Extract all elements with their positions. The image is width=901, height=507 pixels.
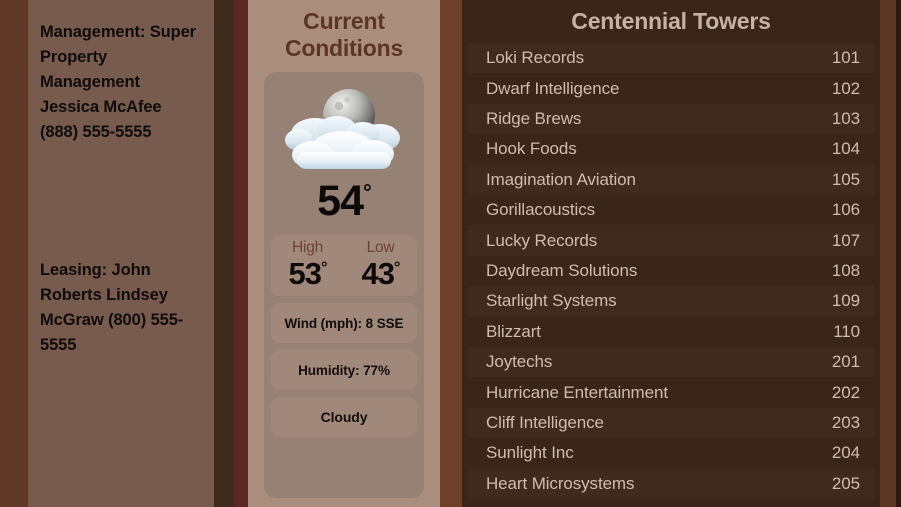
condition-card: Cloudy [271,397,417,438]
directory-row[interactable]: Blizzart 110 [468,316,874,348]
directory-row-name: Hurricane Entertainment [486,382,668,402]
low-label: Low [366,239,395,256]
directory-row-unit: 102 [831,78,860,98]
contacts-panel: Management: Super Property Management Je… [28,0,214,507]
directory-row-unit: 110 [833,321,860,341]
directory-row-name: Cliff Intelligence [486,413,604,433]
directory-row-name: Ridge Brews [486,109,582,129]
directory-row-unit: 101 [831,48,860,68]
moon-behind-clouds-icon [285,82,403,174]
directory-row-unit: 108 [831,261,860,281]
directory-row[interactable]: Sunlight Inc 204 [468,438,874,469]
directory-row-name: Starlight Systems [486,291,617,311]
high-label: High [291,239,324,256]
directory-list: Loki Records 101 Dwarf Intelligence 102 Ridg… [468,43,874,500]
directory-row-unit: 205 [831,473,860,493]
directory-row[interactable]: Gorillacoustics 106 [468,195,874,226]
directory-row-name: Imagination Aviation [486,169,636,189]
directory-row[interactable]: Daydream Solutions 108 [468,255,874,287]
directory-row-unit: 202 [831,382,860,402]
directory-row[interactable]: Loki Records 101 [468,43,874,74]
divider-dark-brown [214,0,234,507]
directory-row-name: Blizzart [486,321,541,341]
directory-row-name: Dwarf Intelligence [486,78,620,98]
current-temperature-value: 54 [317,177,364,225]
digital-signage-screen: Management: Super Property Management Je… [0,0,901,507]
right-edge-border [896,0,901,507]
high-temperature: 53° [271,257,344,290]
directory-panel: Centennial Towers Loki Records 101 Dwarf I… [462,0,880,507]
directory-row-name: Lucky Records [486,230,598,250]
low-temperature: 43° [344,257,417,290]
directory-row[interactable]: Joytechs 201 [468,347,874,378]
directory-row-name: Daydream Solutions [486,261,638,281]
degree-symbol-icon: ° [363,179,372,205]
directory-row-name: Loki Records [486,48,585,68]
directory-row-name: Hook Foods [486,139,577,159]
directory-row[interactable]: Dwarf Intelligence 102 [468,73,874,104]
directory-row[interactable]: Ridge Brews 103 [468,103,874,135]
high-low-card: High Low 53° 43° [271,235,417,297]
directory-row[interactable]: Cliff Intelligence 203 [468,407,874,439]
directory-title: Centennial Towers [571,8,771,34]
divider-red-brown [234,0,248,507]
humidity-card: Humidity: 77% [271,350,417,391]
directory-row[interactable]: Lucky Records 107 [468,225,874,256]
directory-row-unit: 204 [831,443,860,463]
directory-row[interactable]: Heart Microsystems 205 [468,468,874,500]
directory-row-unit: 109 [831,291,860,311]
directory-row-name: Joytechs [486,352,553,372]
directory-row[interactable]: Starlight Systems 109 [468,286,874,317]
degree-symbol-icon: ° [394,259,400,277]
directory-row-name: Sunlight Inc [486,443,574,463]
high-temperature-value: 53 [288,256,322,291]
current-temperature: 54° [317,177,372,225]
directory-row[interactable]: Hurricane Entertainment 202 [468,377,874,408]
directory-row-unit: 105 [831,169,860,189]
directory-row-unit: 103 [831,109,860,129]
leasing-contact-block: Leasing: John Roberts Lindsey McGraw (80… [40,261,184,355]
directory-row[interactable]: Hook Foods 104 [468,134,874,165]
directory-row-unit: 201 [831,352,860,372]
degree-symbol-icon: ° [321,259,327,277]
low-temperature-value: 43 [361,256,395,291]
directory-row-unit: 104 [831,139,860,159]
directory-row-unit: 203 [831,413,860,433]
weather-panel: Current Conditions 54° High Low 53° 43° … [248,0,440,507]
directory-row-unit: 107 [831,230,860,250]
management-contact-block: Management: Super Property Management Je… [40,23,196,142]
weather-panel-title: Current Conditions [284,8,404,61]
directory-row-unit: 106 [831,200,860,220]
directory-row[interactable]: Imagination Aviation 105 [468,164,874,196]
wind-card: Wind (mph): 8 SSE [271,303,417,344]
directory-row-name: Heart Microsystems [486,473,635,493]
directory-row-name: Gorillacoustics [486,200,596,220]
divider-mid-brown [440,0,462,507]
left-rail [0,0,28,507]
current-conditions-card: 54° High Low 53° 43° Wind (mph): 8 SSE H… [264,72,424,498]
